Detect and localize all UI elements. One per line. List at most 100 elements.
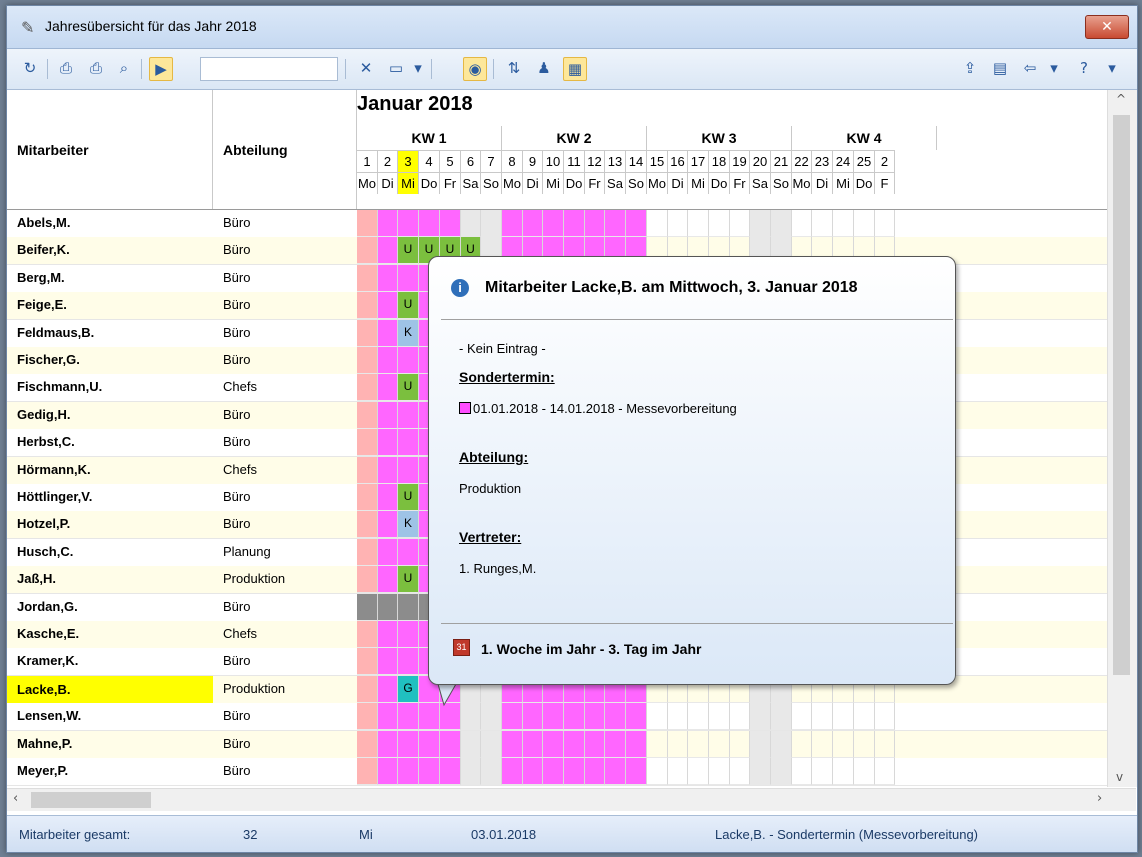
day-cell[interactable] bbox=[357, 264, 378, 292]
day-cell[interactable] bbox=[523, 730, 543, 758]
weekday-label[interactable]: Sa bbox=[605, 172, 626, 194]
day-cell[interactable] bbox=[543, 703, 564, 731]
day-cell[interactable] bbox=[605, 703, 626, 731]
day-number[interactable]: 6 bbox=[461, 150, 481, 172]
weekday-label[interactable]: Mo bbox=[647, 172, 668, 194]
weekday-label[interactable]: So bbox=[771, 172, 792, 194]
day-cell[interactable] bbox=[502, 210, 523, 237]
employee-name[interactable]: Kramer,K. bbox=[17, 653, 78, 668]
day-cell[interactable] bbox=[398, 429, 419, 457]
day-cell[interactable] bbox=[378, 347, 398, 374]
day-cell[interactable] bbox=[440, 210, 461, 237]
day-number[interactable]: 20 bbox=[750, 150, 771, 172]
day-cell[interactable] bbox=[626, 210, 647, 237]
scroll-up-icon[interactable]: ^ bbox=[1116, 92, 1126, 106]
day-cell[interactable] bbox=[771, 730, 792, 758]
day-cell[interactable] bbox=[357, 429, 378, 457]
employee-name[interactable]: Gedig,H. bbox=[17, 407, 70, 422]
weekday-label[interactable]: Sa bbox=[461, 172, 481, 194]
day-cell[interactable] bbox=[378, 429, 398, 457]
day-number[interactable]: 4 bbox=[419, 150, 440, 172]
weekday-label[interactable]: Fr bbox=[585, 172, 605, 194]
day-cell[interactable] bbox=[461, 703, 481, 731]
day-cell[interactable]: G bbox=[398, 675, 419, 703]
day-number[interactable]: 24 bbox=[833, 150, 854, 172]
dropdown-icon[interactable]: ▾ bbox=[407, 57, 429, 79]
exit-icon[interactable]: ⇦ bbox=[1019, 57, 1041, 79]
day-cell[interactable]: U bbox=[398, 292, 419, 320]
day-cell[interactable] bbox=[875, 758, 895, 785]
day-cell[interactable] bbox=[543, 730, 564, 758]
employee-name[interactable]: Herbst,C. bbox=[17, 434, 75, 449]
day-cell[interactable] bbox=[378, 511, 398, 539]
day-cell[interactable] bbox=[854, 758, 875, 785]
day-cell[interactable] bbox=[357, 566, 378, 594]
day-cell[interactable] bbox=[523, 210, 543, 237]
day-cell[interactable] bbox=[357, 538, 378, 566]
day-cell[interactable] bbox=[502, 703, 523, 731]
day-cell[interactable] bbox=[357, 675, 378, 703]
day-cell[interactable]: U bbox=[398, 374, 419, 402]
day-cell[interactable] bbox=[357, 593, 378, 621]
header-employee[interactable]: Mitarbeiter bbox=[7, 90, 213, 210]
day-cell[interactable] bbox=[378, 593, 398, 621]
day-number[interactable]: 2 bbox=[378, 150, 398, 172]
day-cell[interactable] bbox=[357, 703, 378, 731]
day-cell[interactable] bbox=[771, 703, 792, 731]
document-icon[interactable]: ▭ bbox=[385, 57, 407, 79]
weekday-label[interactable]: Di bbox=[812, 172, 833, 194]
day-cell[interactable]: U bbox=[398, 566, 419, 594]
day-cell[interactable] bbox=[440, 758, 461, 785]
day-cell[interactable] bbox=[833, 703, 854, 731]
print-setup-icon[interactable]: ⎙ bbox=[85, 57, 107, 79]
day-number[interactable]: 15 bbox=[647, 150, 668, 172]
day-number[interactable]: 2 bbox=[875, 150, 895, 172]
employee-name[interactable]: Jaß,H. bbox=[17, 571, 56, 586]
day-cell[interactable] bbox=[750, 703, 771, 731]
day-number[interactable]: 21 bbox=[771, 150, 792, 172]
day-cell[interactable] bbox=[688, 730, 709, 758]
filter-icon[interactable]: ▶ bbox=[149, 57, 173, 81]
day-cell[interactable] bbox=[357, 730, 378, 758]
header-department[interactable]: Abteilung bbox=[213, 90, 357, 210]
clear-filter-icon[interactable]: ✕ bbox=[355, 57, 377, 79]
day-cell[interactable] bbox=[378, 730, 398, 758]
weekday-label[interactable]: Di bbox=[668, 172, 688, 194]
day-number[interactable]: 1 bbox=[357, 150, 378, 172]
day-cell[interactable] bbox=[481, 730, 502, 758]
day-cell[interactable]: K bbox=[398, 511, 419, 539]
day-cell[interactable] bbox=[730, 730, 750, 758]
day-cell[interactable] bbox=[502, 758, 523, 785]
day-cell[interactable] bbox=[585, 730, 605, 758]
day-number[interactable]: 13 bbox=[605, 150, 626, 172]
weekday-label[interactable]: Sa bbox=[750, 172, 771, 194]
table-row[interactable]: Mahne,P. Büro bbox=[7, 730, 1107, 759]
employee-name[interactable]: Lensen,W. bbox=[17, 708, 81, 723]
day-cell[interactable] bbox=[481, 703, 502, 731]
day-cell[interactable] bbox=[543, 758, 564, 785]
day-cell[interactable] bbox=[378, 374, 398, 402]
day-cell[interactable] bbox=[709, 210, 730, 237]
day-cell[interactable] bbox=[398, 264, 419, 292]
clipboard-icon[interactable]: ▤ bbox=[989, 57, 1011, 79]
day-cell[interactable] bbox=[357, 758, 378, 785]
day-number[interactable]: 7 bbox=[481, 150, 502, 172]
day-cell[interactable] bbox=[378, 237, 398, 265]
day-cell[interactable] bbox=[564, 703, 585, 731]
day-cell[interactable] bbox=[523, 758, 543, 785]
weekday-label[interactable]: F bbox=[875, 172, 895, 194]
day-number[interactable]: 19 bbox=[730, 150, 750, 172]
day-cell[interactable] bbox=[812, 758, 833, 785]
day-cell[interactable] bbox=[357, 292, 378, 320]
weekday-label[interactable]: Do bbox=[854, 172, 875, 194]
day-cell[interactable] bbox=[812, 703, 833, 731]
day-number[interactable]: 9 bbox=[523, 150, 543, 172]
day-cell[interactable] bbox=[833, 758, 854, 785]
employee-name[interactable]: Husch,C. bbox=[17, 544, 73, 559]
day-cell[interactable] bbox=[378, 648, 398, 676]
scroll-down-icon[interactable]: v bbox=[1116, 770, 1123, 784]
day-cell[interactable] bbox=[357, 456, 378, 484]
vertical-scroll-thumb[interactable] bbox=[1113, 115, 1130, 675]
day-cell[interactable] bbox=[647, 703, 668, 731]
day-cell[interactable] bbox=[792, 210, 812, 237]
